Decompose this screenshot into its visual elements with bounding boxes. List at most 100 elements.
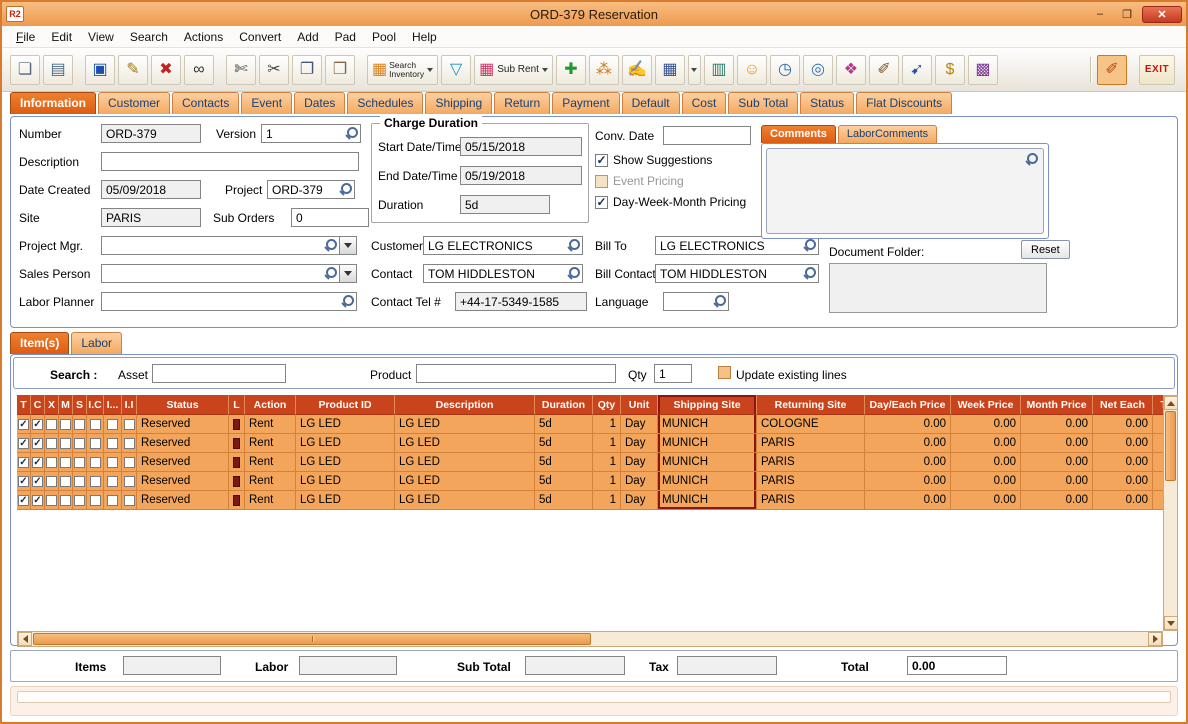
row-checkbox[interactable] bbox=[74, 438, 85, 449]
document-folder-box[interactable] bbox=[829, 263, 1047, 313]
menu-item-convert[interactable]: Convert bbox=[231, 28, 289, 46]
row-checkbox[interactable] bbox=[18, 495, 29, 506]
row-checkbox[interactable] bbox=[124, 438, 135, 449]
row-checkbox[interactable] bbox=[60, 457, 71, 468]
cube-button[interactable]: ❖ bbox=[836, 55, 866, 85]
column-header-m[interactable]: M bbox=[59, 395, 73, 415]
row-checkbox[interactable] bbox=[18, 457, 29, 468]
cell-product_id[interactable]: LG LED bbox=[296, 472, 395, 491]
cell-idot[interactable] bbox=[104, 415, 122, 434]
tab-comments[interactable]: Comments bbox=[761, 125, 836, 143]
product-input[interactable] bbox=[416, 364, 616, 383]
row-checkbox[interactable] bbox=[74, 476, 85, 487]
cell-s[interactable] bbox=[73, 491, 87, 510]
project-field[interactable]: ORD-379 bbox=[267, 180, 355, 199]
lookup-icon[interactable] bbox=[803, 239, 816, 252]
cell-product_id[interactable]: LG LED bbox=[296, 453, 395, 472]
cell-duration[interactable]: 5d bbox=[535, 434, 593, 453]
tab-labor[interactable]: Labor bbox=[71, 332, 122, 354]
tab-sub-total[interactable]: Sub Total bbox=[728, 92, 798, 114]
row-checkbox[interactable] bbox=[107, 438, 118, 449]
cell-shipping_site[interactable]: MUNICH bbox=[658, 453, 757, 472]
link-button[interactable]: ➹ bbox=[902, 55, 932, 85]
cell-unit[interactable]: Day bbox=[621, 453, 658, 472]
scroll-left-button[interactable] bbox=[18, 632, 32, 646]
cell-day_each_price[interactable]: 0.00 bbox=[865, 453, 951, 472]
sub-rent-button[interactable]: ▦Sub Rent bbox=[474, 55, 553, 85]
cell-status[interactable]: Reserved bbox=[137, 434, 229, 453]
menu-item-actions[interactable]: Actions bbox=[176, 28, 231, 46]
sub-total-field[interactable] bbox=[525, 656, 625, 675]
tab-cost[interactable]: Cost bbox=[682, 92, 727, 114]
lookup-icon[interactable] bbox=[567, 267, 580, 280]
cell-unit[interactable]: Day bbox=[621, 491, 658, 510]
column-header-product_id[interactable]: Product ID bbox=[296, 395, 395, 415]
labor-planner-field[interactable] bbox=[101, 292, 357, 311]
menu-item-search[interactable]: Search bbox=[122, 28, 176, 46]
cell-ic[interactable] bbox=[87, 491, 104, 510]
smiley-button[interactable]: ☺ bbox=[737, 55, 767, 85]
row-checkbox[interactable] bbox=[124, 457, 135, 468]
row-checkbox[interactable] bbox=[46, 476, 57, 487]
exit-button[interactable]: EXIT bbox=[1139, 55, 1175, 85]
cell-idot[interactable] bbox=[104, 453, 122, 472]
cell-l[interactable] bbox=[229, 415, 245, 434]
find-button[interactable]: ∞ bbox=[184, 55, 214, 85]
cell-day_each_price[interactable]: 0.00 bbox=[865, 491, 951, 510]
planner-button[interactable]: ▦ bbox=[655, 55, 685, 85]
project-mgr-dropdown[interactable] bbox=[340, 236, 357, 255]
project-mgr-field[interactable] bbox=[101, 236, 340, 255]
cell-ic[interactable] bbox=[87, 415, 104, 434]
cell-duration[interactable]: 5d bbox=[535, 491, 593, 510]
cell-action[interactable]: Rent bbox=[245, 491, 296, 510]
row-checkbox[interactable] bbox=[46, 419, 57, 430]
menu-item-file[interactable]: File bbox=[8, 28, 43, 46]
row-checkbox[interactable] bbox=[90, 419, 101, 430]
customer-field[interactable]: LG ELECTRONICS bbox=[423, 236, 583, 255]
cell-qty[interactable]: 1 bbox=[593, 472, 621, 491]
cell-unit[interactable]: Day bbox=[621, 472, 658, 491]
column-header-action[interactable]: Action bbox=[245, 395, 296, 415]
cell-day_each_price[interactable]: 0.00 bbox=[865, 415, 951, 434]
column-header-shipping_site[interactable]: Shipping Site bbox=[658, 395, 757, 415]
row-checkbox[interactable] bbox=[46, 438, 57, 449]
cell-ii[interactable] bbox=[122, 453, 137, 472]
cell-net_each[interactable]: 0.00 bbox=[1093, 491, 1153, 510]
tab-default[interactable]: Default bbox=[622, 92, 680, 114]
cell-m[interactable] bbox=[59, 491, 73, 510]
horizontal-scrollbar-thumb[interactable] bbox=[33, 633, 591, 645]
contact-field[interactable]: TOM HIDDLESTON bbox=[423, 264, 583, 283]
row-checkbox[interactable] bbox=[124, 495, 135, 506]
column-header-x[interactable]: X bbox=[45, 395, 59, 415]
blocks-button[interactable]: ▩ bbox=[968, 55, 998, 85]
lookup-icon[interactable] bbox=[713, 295, 726, 308]
edit-button[interactable]: ✎ bbox=[118, 55, 148, 85]
cell-m[interactable] bbox=[59, 434, 73, 453]
tab-information[interactable]: Information bbox=[10, 92, 96, 114]
cell-t[interactable] bbox=[17, 491, 31, 510]
column-header-ii[interactable]: I.I bbox=[122, 395, 137, 415]
duration-field[interactable]: 5d bbox=[460, 195, 550, 214]
print-forms-button[interactable]: ▥ bbox=[704, 55, 734, 85]
scroll-up-button[interactable] bbox=[1164, 396, 1178, 410]
cell-shipping_site[interactable]: MUNICH bbox=[658, 434, 757, 453]
cell-month_price[interactable]: 0.00 bbox=[1021, 453, 1093, 472]
cell-shipping_site[interactable]: MUNICH bbox=[658, 491, 757, 510]
cut-special-button[interactable]: ✄ bbox=[226, 55, 256, 85]
language-field[interactable] bbox=[663, 292, 729, 311]
delete-button[interactable]: ✖ bbox=[151, 55, 181, 85]
history-button[interactable]: ◷ bbox=[770, 55, 800, 85]
cell-month_price[interactable]: 0.00 bbox=[1021, 491, 1093, 510]
lookup-icon[interactable] bbox=[341, 295, 354, 308]
media-button[interactable]: ◎ bbox=[803, 55, 833, 85]
cell-action[interactable]: Rent bbox=[245, 434, 296, 453]
cell-shipping_site[interactable]: MUNICH bbox=[658, 472, 757, 491]
cell-unit[interactable]: Day bbox=[621, 415, 658, 434]
pour-button[interactable]: ▽ bbox=[441, 55, 471, 85]
cell-week_price[interactable]: 0.00 bbox=[951, 472, 1021, 491]
row-checkbox[interactable] bbox=[90, 457, 101, 468]
pool-button[interactable]: ⁂ bbox=[589, 55, 619, 85]
cell-c[interactable] bbox=[31, 453, 45, 472]
version-field[interactable]: 1 bbox=[261, 124, 361, 143]
cell-week_price[interactable]: 0.00 bbox=[951, 415, 1021, 434]
